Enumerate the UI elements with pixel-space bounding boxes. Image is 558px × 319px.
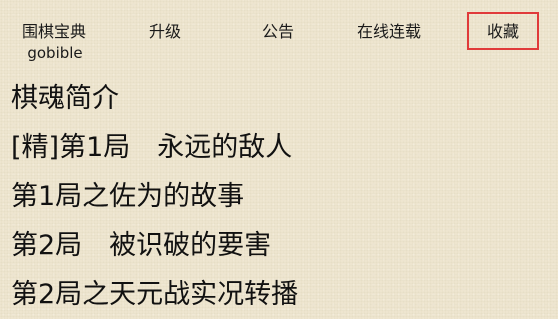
app-subtitle: gobible: [27, 44, 83, 62]
chapter-list: 棋魂简介 [精]第1局 永远的敌人 第1局之佐为的故事 第2局 被识破的要害 第…: [11, 74, 551, 319]
list-item[interactable]: 第2局之天元战实况转播: [11, 270, 551, 319]
list-item[interactable]: 第2局 被识破的要害: [11, 221, 551, 270]
list-item[interactable]: [精]第1局 永远的敌人: [11, 123, 551, 172]
list-item[interactable]: 棋魂简介: [11, 74, 551, 123]
nav-favorites[interactable]: 收藏: [467, 12, 539, 50]
top-nav: 围棋宝典 gobible 升级 公告 在线连载 收藏: [0, 0, 558, 64]
app-title: 围棋宝典: [21, 22, 86, 41]
list-item[interactable]: 第1局之佐为的故事: [11, 172, 551, 221]
nav-upgrade[interactable]: 升级: [149, 22, 181, 42]
nav-favorites-label: 收藏: [486, 22, 519, 41]
nav-serial[interactable]: 在线连载: [357, 22, 421, 42]
app-brand-button[interactable]: 围棋宝典 gobible: [16, 22, 96, 62]
nav-notice[interactable]: 公告: [262, 22, 294, 42]
